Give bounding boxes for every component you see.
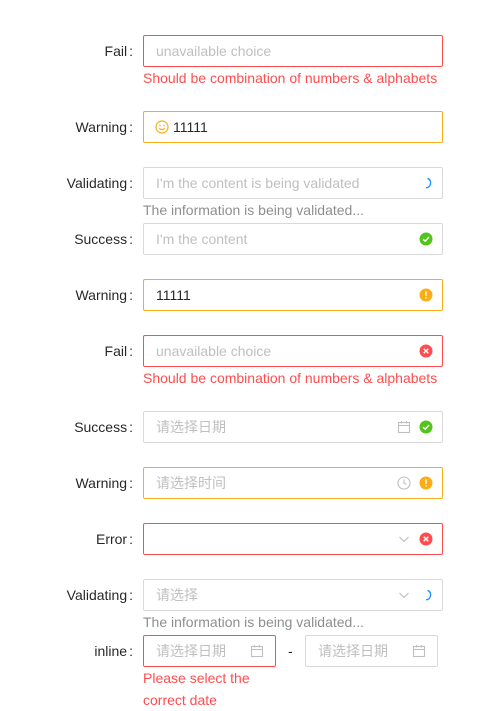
- select-placeholder: 请选择: [156, 587, 198, 603]
- form-row-warning-2: Warning: 11111: [0, 279, 485, 311]
- field-label: Fail:: [104, 343, 133, 359]
- fail-input-2[interactable]: unavailable choice: [143, 335, 443, 367]
- fail-input-1[interactable]: unavailable choice: [143, 35, 443, 67]
- field-label: Warning:: [75, 475, 133, 491]
- inline-start-date-picker[interactable]: 请选择日期: [143, 635, 276, 667]
- check-circle-icon: [419, 232, 433, 246]
- success-date-picker[interactable]: 请选择日期: [143, 411, 443, 443]
- warning-time-picker[interactable]: 请选择时间: [143, 467, 443, 499]
- input-placeholder: 请选择日期: [318, 643, 388, 659]
- field-label: Fail:: [104, 43, 133, 59]
- field-label: Warning:: [75, 119, 133, 135]
- error-select[interactable]: [143, 523, 443, 555]
- loading-icon: [419, 176, 433, 190]
- input-placeholder: I'm the content is being validated: [156, 175, 360, 191]
- form-row-fail-1: Fail: unavailable choice: [0, 35, 485, 67]
- field-label: Validating:: [66, 587, 133, 603]
- field-label: Success:: [74, 231, 133, 247]
- warning-input-1[interactable]: 11111: [143, 111, 443, 143]
- chevron-down-icon[interactable]: [397, 588, 411, 602]
- inline-end-date-picker[interactable]: 请选择日期: [305, 635, 438, 667]
- validating-input-1[interactable]: I'm the content is being validated: [143, 167, 443, 199]
- field-label: Validating:: [66, 175, 133, 191]
- form-row-warning-1: Warning: 11111: [0, 111, 485, 143]
- calendar-icon[interactable]: [250, 644, 264, 658]
- close-circle-icon: [419, 532, 433, 546]
- form-row-validating-2: Validating: 请选择: [0, 579, 485, 611]
- field-label: Success:: [74, 419, 133, 435]
- form-row-validating-1: Validating: I'm the content is being val…: [0, 167, 485, 199]
- input-placeholder: unavailable choice: [156, 43, 272, 59]
- error-message-1: Should be combination of numbers & alpha…: [143, 70, 438, 86]
- success-input-1[interactable]: I'm the content: [143, 223, 443, 255]
- form-row-fail-2: Fail: unavailable choice: [0, 335, 485, 367]
- input-placeholder: 请选择时间: [156, 475, 226, 491]
- input-placeholder: 请选择日期: [156, 419, 226, 435]
- calendar-icon[interactable]: [397, 420, 411, 434]
- close-circle-icon: [419, 344, 433, 358]
- smile-icon: [155, 120, 169, 134]
- calendar-icon[interactable]: [412, 644, 426, 658]
- field-label: Error:: [95, 531, 133, 547]
- validating-select[interactable]: 请选择: [143, 579, 443, 611]
- warning-input-2[interactable]: 11111: [143, 279, 443, 311]
- clock-icon[interactable]: [397, 476, 411, 490]
- input-placeholder: unavailable choice: [156, 343, 272, 359]
- field-label: inline:: [94, 643, 133, 659]
- form-row-success-2: Success: 请选择日期: [0, 411, 485, 443]
- chevron-down-icon[interactable]: [397, 532, 411, 546]
- form-row-error: Error:: [0, 523, 485, 555]
- error-message-3: Please select the correct date: [143, 670, 250, 708]
- form-row-success-1: Success: I'm the content: [0, 223, 485, 255]
- exclamation-circle-icon: [419, 476, 433, 490]
- error-message-2: Should be combination of numbers & alpha…: [143, 370, 438, 386]
- input-value: 11111: [173, 119, 208, 135]
- field-label: Warning:: [75, 287, 133, 303]
- loading-icon: [419, 588, 433, 602]
- input-placeholder: I'm the content: [156, 231, 248, 247]
- input-placeholder: 请选择日期: [156, 643, 226, 659]
- validating-message-2: The information is being validated...: [143, 614, 365, 630]
- range-separator: -: [288, 643, 293, 659]
- check-circle-icon: [419, 420, 433, 434]
- exclamation-circle-icon: [419, 288, 433, 302]
- input-value: 11111: [156, 287, 191, 303]
- validating-message-1: The information is being validated...: [143, 202, 365, 218]
- form-row-warning-3: Warning: 请选择时间: [0, 467, 485, 499]
- form-row-inline: inline: 请选择日期 - 请选择日期: [0, 635, 485, 667]
